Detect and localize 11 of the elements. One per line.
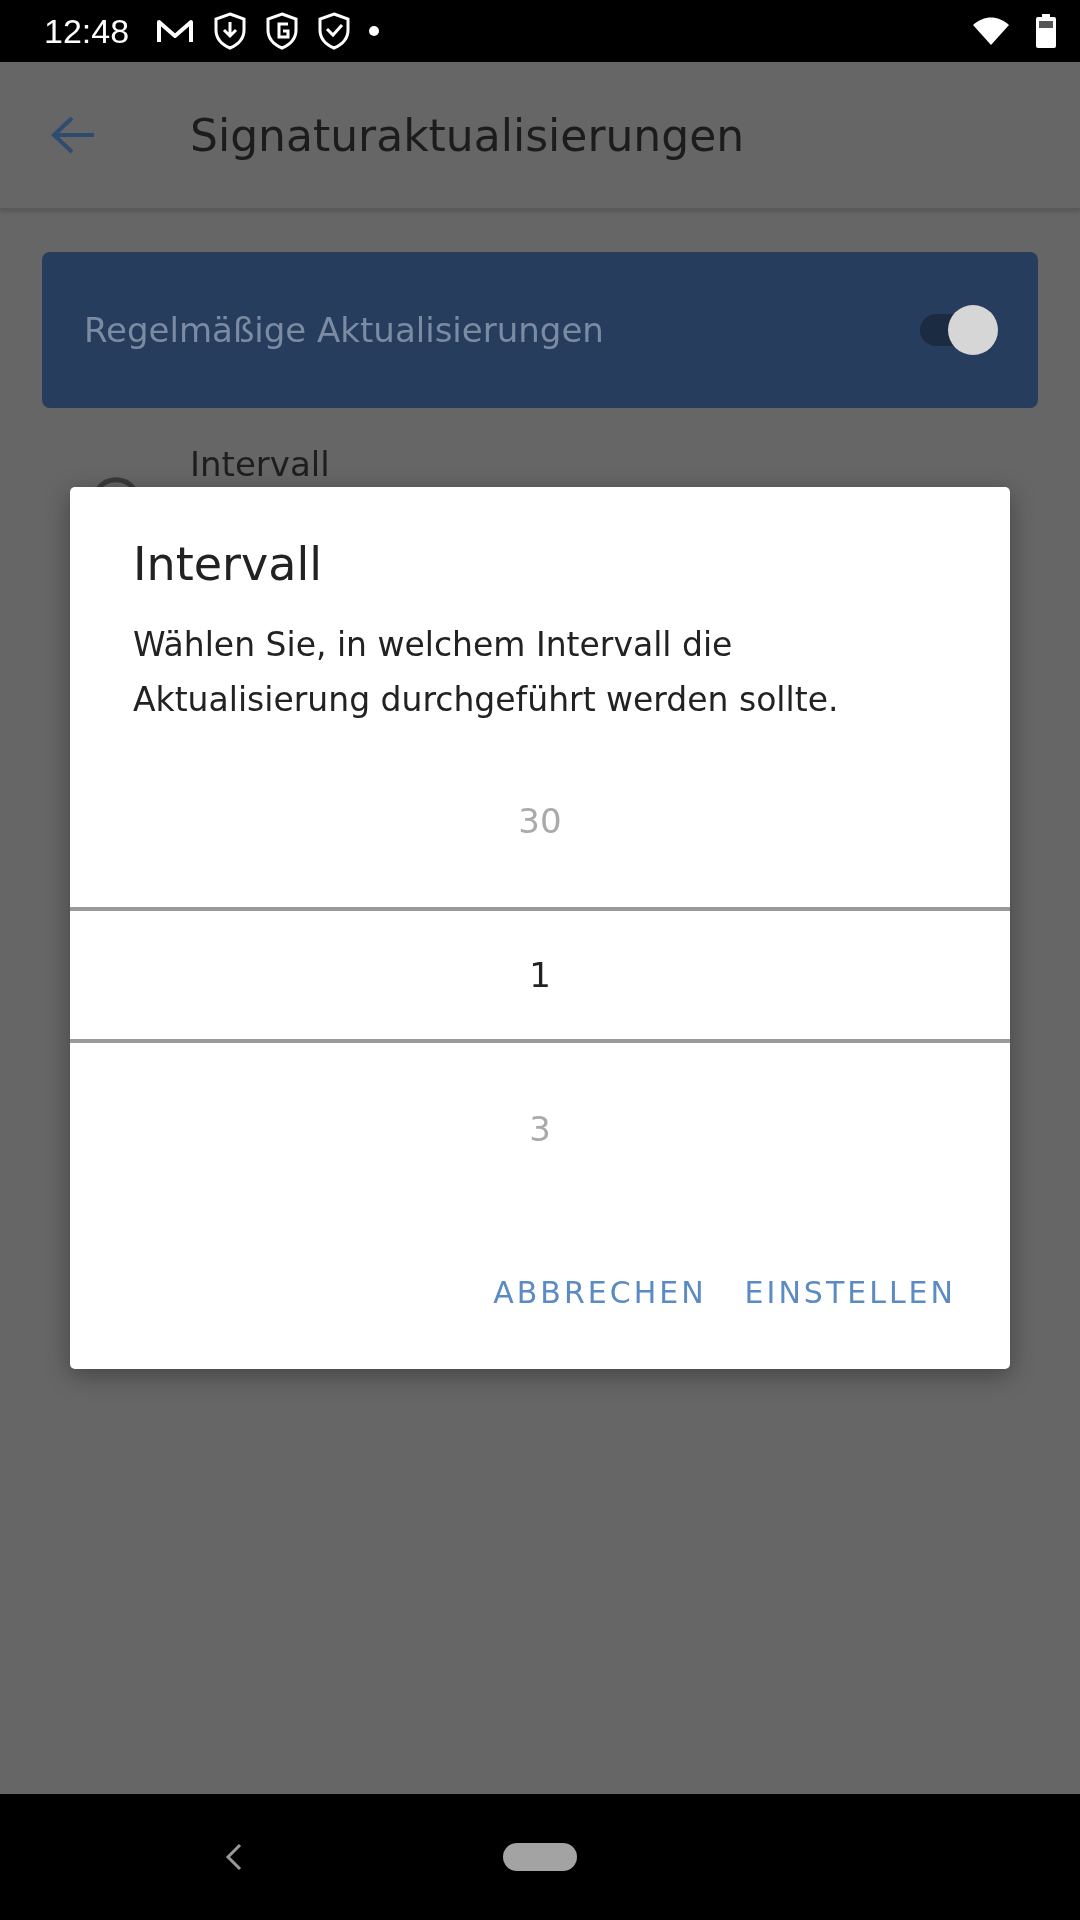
clock: 12:48 [44, 11, 130, 51]
screen-title: Signaturaktualisierungen [190, 109, 745, 161]
picker-value[interactable]: 1 [529, 955, 551, 995]
setting-title: Intervall [190, 444, 330, 484]
picker-value[interactable]: 3 [529, 1109, 551, 1149]
dialog-button[interactable]: EINSTELLEN [740, 1265, 960, 1320]
dialog-message: Wählen Sie, in welchem Intervall die Aktualisierung durchgeführt werden sollte. [133, 624, 840, 721]
dialog-title: Intervall [133, 537, 323, 591]
picker-value[interactable]: 30 [518, 801, 562, 841]
toggle-label: Regelmäßige Aktualisierungen [84, 310, 604, 350]
dialog-button[interactable]: ABBRECHEN [489, 1265, 711, 1320]
